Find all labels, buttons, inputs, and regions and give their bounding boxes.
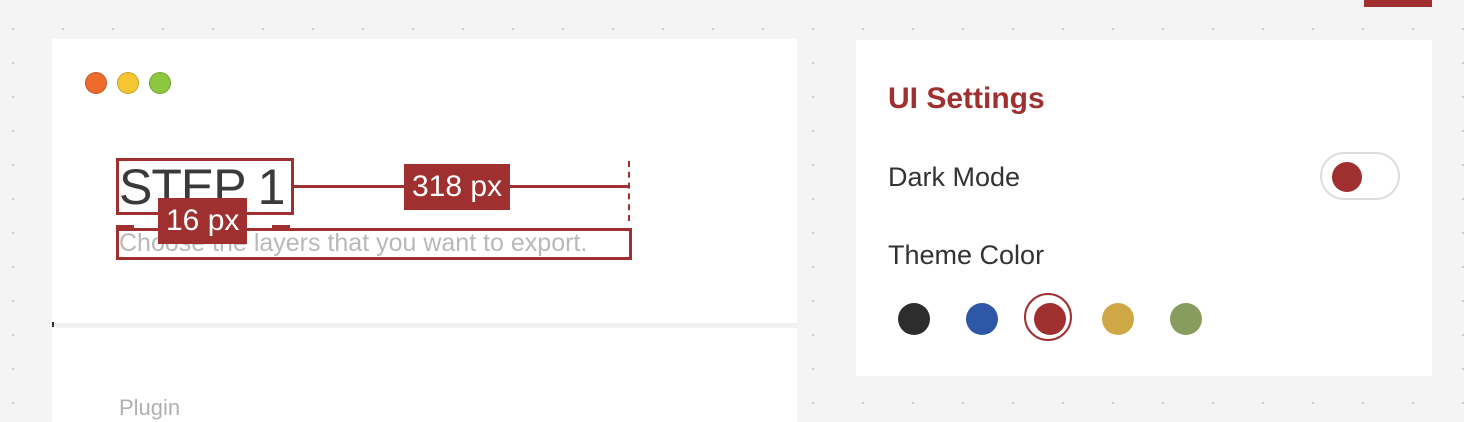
theme-color-label: Theme Color (888, 240, 1045, 270)
gap-measure-label: 16 px (158, 198, 248, 244)
window-controls (85, 72, 171, 94)
ui-settings-panel: UI Settings Dark Mode Theme Color (856, 40, 1432, 376)
corner-tab (1364, 0, 1432, 7)
gap-measure-tick-right (272, 225, 290, 228)
width-measure-end-guide (628, 161, 630, 221)
theme-color-swatch-red[interactable] (1024, 293, 1072, 341)
gap-measure-tick-left (116, 225, 134, 228)
preview-card: STEP 1 Choose the layers that you want t… (52, 39, 797, 422)
toggle-knob (1332, 162, 1362, 192)
theme-color-swatch-blue[interactable] (966, 303, 998, 335)
theme-color-swatches (898, 293, 1202, 341)
maximize-window-button[interactable] (149, 72, 171, 94)
divider-marker (52, 322, 54, 327)
dark-mode-toggle[interactable] (1320, 152, 1400, 200)
close-window-button[interactable] (85, 72, 107, 94)
dark-mode-label: Dark Mode (888, 162, 1021, 192)
section-divider (52, 323, 797, 328)
minimize-window-button[interactable] (117, 72, 139, 94)
theme-color-swatch-gold[interactable] (1102, 303, 1134, 335)
width-measure-label: 318 px (404, 164, 511, 210)
theme-color-swatch-green[interactable] (1170, 303, 1202, 335)
settings-title: UI Settings (888, 82, 1045, 115)
theme-color-swatch-black[interactable] (898, 303, 930, 335)
plugin-section-label: Plugin (119, 395, 181, 420)
